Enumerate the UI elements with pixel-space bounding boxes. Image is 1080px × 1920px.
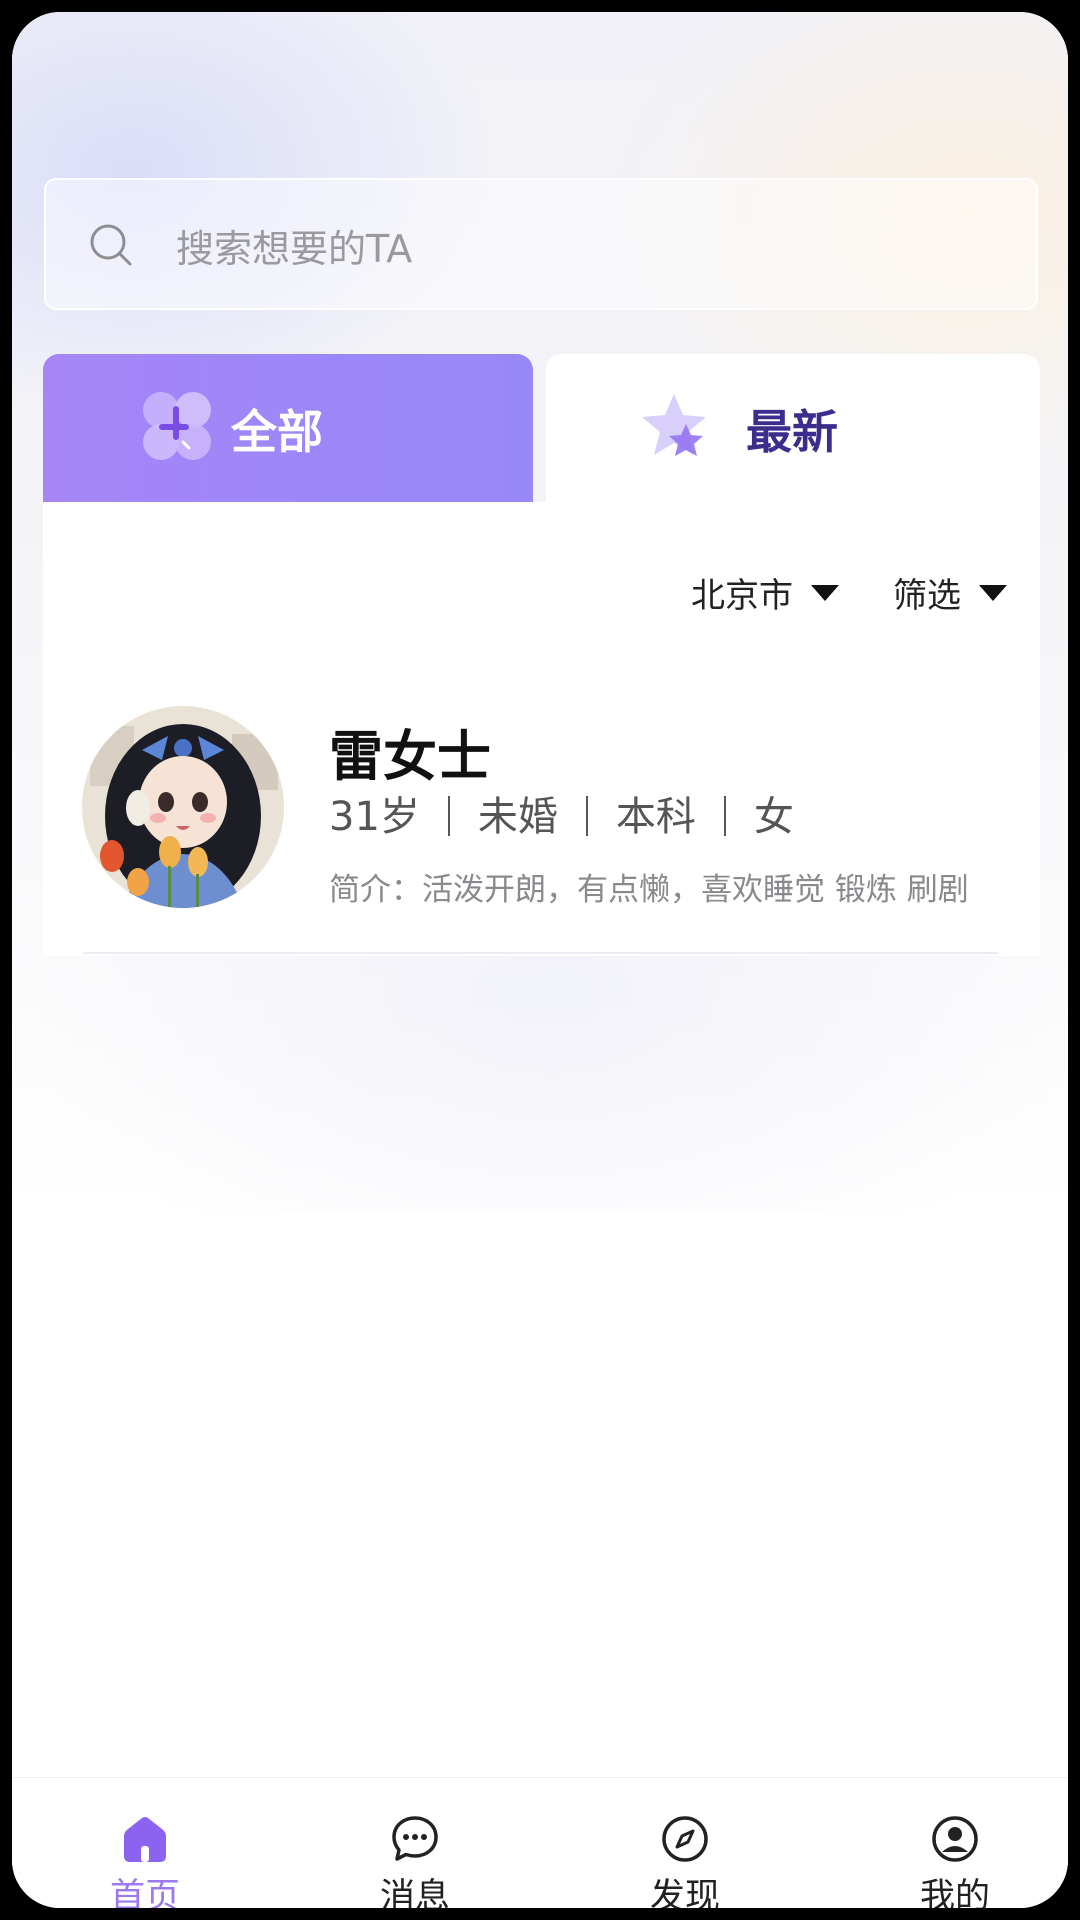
chat-icon	[392, 1816, 438, 1861]
bottom-nav: 首页 消息 发现 我的	[12, 1777, 1068, 1917]
profile-meta: 31岁 未婚 本科 女	[329, 784, 794, 842]
compass-icon	[662, 1816, 708, 1862]
search-icon	[90, 224, 132, 266]
home-icon	[124, 1817, 166, 1862]
profile-list-panel: 北京市 筛选 雷女士 31岁 未婚 本科 女 简介：活泼开朗，有点懒，喜欢睡觉 …	[43, 502, 1040, 956]
divider	[83, 952, 999, 954]
star-icon	[642, 394, 706, 456]
profile-name: 雷女士	[329, 725, 491, 788]
phone-frame: 搜索想要的TA 全部 最新 北京市 筛选 雷女士 31岁 未婚 本科 女 简介：…	[0, 0, 1080, 1920]
nav-home-label: 首页	[109, 1877, 180, 1917]
tab-newest-label: 最新	[746, 405, 838, 459]
nav-profile-label: 我的	[919, 1877, 990, 1917]
search-input[interactable]: 搜索想要的TA	[176, 218, 412, 273]
nav-discover[interactable]: 发现	[605, 1814, 765, 1917]
caret-down-icon	[979, 584, 1007, 601]
caret-down-icon	[811, 584, 839, 601]
tab-all[interactable]: 全部	[43, 354, 533, 502]
filter-dropdown-label: 筛选	[893, 576, 961, 616]
user-icon	[932, 1816, 978, 1862]
meta-separator	[723, 796, 726, 836]
profile-marital: 未婚	[477, 794, 558, 840]
filter-dropdown[interactable]: 筛选	[893, 568, 1007, 617]
nav-discover-label: 发现	[649, 1877, 720, 1917]
meta-separator	[585, 796, 588, 836]
clover-icon	[143, 392, 211, 460]
profile-education: 本科	[615, 794, 696, 840]
tab-all-label: 全部	[231, 405, 323, 459]
nav-home[interactable]: 首页	[65, 1814, 225, 1917]
nav-messages[interactable]: 消息	[335, 1814, 495, 1917]
city-dropdown-label: 北京市	[691, 576, 793, 616]
profile-intro: 简介：活泼开朗，有点懒，喜欢睡觉 锻炼 刷剧	[329, 872, 969, 908]
nav-profile[interactable]: 我的	[875, 1814, 1035, 1917]
search-bar[interactable]: 搜索想要的TA	[44, 178, 1038, 310]
meta-separator	[447, 796, 450, 836]
tab-newest[interactable]: 最新	[546, 354, 1040, 502]
nav-messages-label: 消息	[379, 1877, 450, 1917]
profile-gender: 女	[753, 794, 794, 840]
city-dropdown[interactable]: 北京市	[691, 568, 839, 617]
profile-age: 31岁	[329, 794, 420, 840]
avatar[interactable]	[82, 706, 284, 908]
